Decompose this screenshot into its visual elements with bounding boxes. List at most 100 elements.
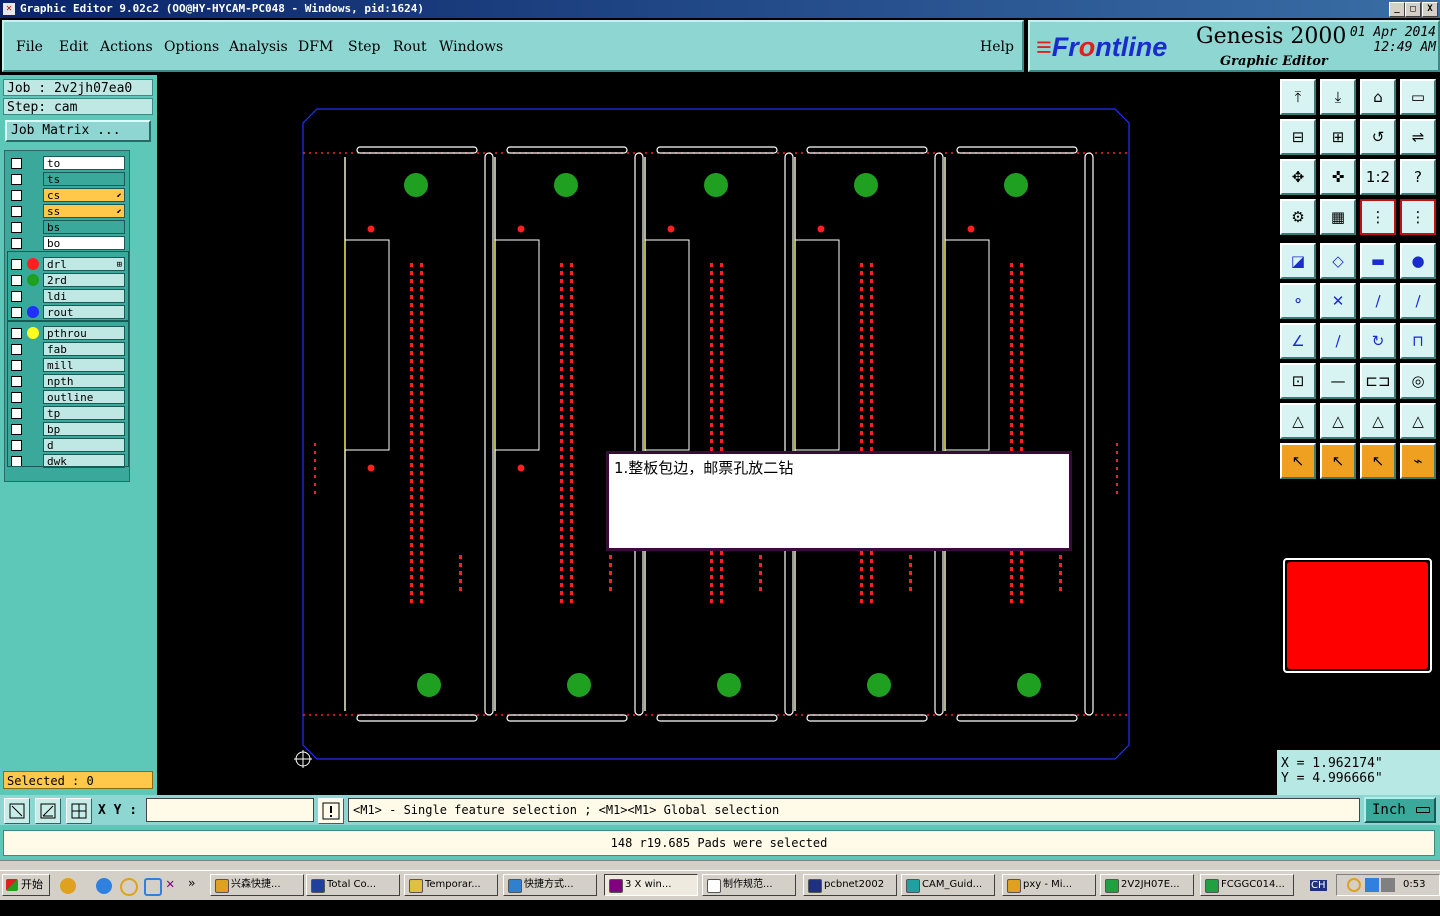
- layer-row-bp[interactable]: bp: [5, 421, 129, 437]
- layer-name[interactable]: cs ⬋: [43, 188, 125, 202]
- line-node2-icon[interactable]: ∕: [1400, 283, 1436, 319]
- text-icon[interactable]: ⊓: [1400, 323, 1436, 359]
- pad-icon[interactable]: ◪: [1280, 243, 1316, 279]
- clock-icon[interactable]: [120, 878, 138, 896]
- zoom-area-icon[interactable]: [4, 798, 30, 824]
- layer-row-bs[interactable]: bs: [5, 219, 129, 235]
- zoom-out-icon[interactable]: ⊟: [1280, 119, 1316, 155]
- snap-red-icon[interactable]: ⋮: [1400, 199, 1436, 235]
- layer-name[interactable]: rout: [43, 305, 125, 319]
- layer-row-drl[interactable]: drl ⊞: [5, 256, 129, 272]
- layer-checkbox[interactable]: [11, 440, 22, 451]
- layer-name[interactable]: 2rd: [43, 273, 125, 287]
- network-icon[interactable]: [1365, 878, 1379, 892]
- app-icon-1[interactable]: [60, 878, 76, 894]
- menu-dfm[interactable]: DFM: [298, 39, 333, 55]
- select3-icon[interactable]: ↖: [1360, 443, 1396, 479]
- connect-icon[interactable]: ⚬: [1280, 283, 1316, 319]
- layer-row-ldi[interactable]: ldi: [5, 288, 129, 304]
- taskbar-item[interactable]: CAM_Guid...: [901, 874, 995, 896]
- layer-checkbox[interactable]: [11, 456, 22, 467]
- pcb-view[interactable]: [157, 75, 1277, 795]
- taskbar-item[interactable]: pcbnet2002: [803, 874, 897, 896]
- menu-help[interactable]: Help: [980, 39, 1014, 55]
- taskbar-item[interactable]: 2V2JH07E...: [1100, 874, 1194, 896]
- active-color-swatch[interactable]: [1283, 558, 1432, 673]
- layer-checkbox[interactable]: [11, 291, 22, 302]
- menu-analysis[interactable]: Analysis: [229, 39, 288, 55]
- layer-checkbox[interactable]: [11, 174, 22, 185]
- x-icon[interactable]: ✕: [166, 876, 174, 892]
- layer-name[interactable]: ss ⬋: [43, 204, 125, 218]
- layer-name[interactable]: mill: [43, 358, 125, 372]
- layer-name[interactable]: d: [43, 438, 125, 452]
- layer-name[interactable]: bs: [43, 220, 125, 234]
- layer-name[interactable]: bo: [43, 236, 125, 250]
- graphic-canvas[interactable]: [157, 75, 1277, 795]
- layer-checkbox[interactable]: [11, 392, 22, 403]
- menu-options[interactable]: Options: [164, 39, 219, 55]
- ruler-icon[interactable]: ▬: [1360, 243, 1396, 279]
- unit-selector[interactable]: Inch: [1364, 797, 1436, 823]
- layer-name[interactable]: npth: [43, 374, 125, 388]
- layer-row-d[interactable]: d: [5, 437, 129, 453]
- xy-input[interactable]: [146, 798, 314, 822]
- layer-name[interactable]: ldi: [43, 289, 125, 303]
- taskbar-item[interactable]: 制作规范...: [702, 874, 796, 896]
- home-icon[interactable]: ⌂: [1360, 79, 1396, 115]
- cross-icon[interactable]: ✕: [1320, 283, 1356, 319]
- layer-row-fab[interactable]: fab: [5, 341, 129, 357]
- taskbar-item[interactable]: 3 X win...: [604, 874, 698, 896]
- layer-top-icon[interactable]: ⤒: [1280, 79, 1316, 115]
- layer-checkbox[interactable]: [11, 275, 22, 286]
- pan-icon[interactable]: ⇌: [1400, 119, 1436, 155]
- angle-icon[interactable]: ∠: [1280, 323, 1316, 359]
- tray-clock-icon[interactable]: [1347, 878, 1361, 892]
- more-icon[interactable]: »: [188, 876, 195, 890]
- app-icon-2[interactable]: [144, 878, 162, 896]
- panel-icon[interactable]: ▭: [1400, 79, 1436, 115]
- minimize-button[interactable]: _: [1389, 2, 1405, 17]
- help-icon[interactable]: ?: [1400, 159, 1436, 195]
- layer-checkbox[interactable]: [11, 408, 22, 419]
- layer-name[interactable]: tp: [43, 406, 125, 420]
- layer-row-2rd[interactable]: 2rd: [5, 272, 129, 288]
- triangle2-icon[interactable]: △: [1320, 403, 1356, 439]
- settings-icon[interactable]: ⚙: [1280, 199, 1316, 235]
- volume-icon[interactable]: [1381, 878, 1395, 892]
- shapes-icon[interactable]: ◎: [1400, 363, 1436, 399]
- layer-checkbox[interactable]: [11, 307, 22, 318]
- layer-row-pthrou[interactable]: pthrou: [5, 325, 129, 341]
- maximize-button[interactable]: □: [1405, 2, 1421, 17]
- layer-checkbox[interactable]: [11, 259, 22, 270]
- route-icon[interactable]: ⌁: [1400, 443, 1436, 479]
- tray-expand-icon[interactable]: CH «: [1310, 876, 1334, 911]
- menu-file[interactable]: File: [16, 39, 43, 55]
- ie-icon[interactable]: [96, 878, 112, 894]
- circle-icon[interactable]: ●: [1400, 243, 1436, 279]
- menu-actions[interactable]: Actions: [100, 39, 153, 55]
- layer-name[interactable]: outline: [43, 390, 125, 404]
- layer-checkbox[interactable]: [11, 376, 22, 387]
- taskbar-item[interactable]: pxy - Mi...: [1002, 874, 1096, 896]
- layer-checkbox[interactable]: [11, 190, 22, 201]
- layer-row-dwk[interactable]: dwk: [5, 453, 129, 469]
- fit-icon[interactable]: ✥: [1280, 159, 1316, 195]
- step-icon[interactable]: ↺: [1360, 119, 1396, 155]
- menu-step[interactable]: Step: [348, 39, 380, 55]
- shape-icon[interactable]: ◇: [1320, 243, 1356, 279]
- snap-icon[interactable]: ⋮: [1360, 199, 1396, 235]
- minus-icon[interactable]: —: [1320, 363, 1356, 399]
- red-node-icon[interactable]: ⊡: [1280, 363, 1316, 399]
- layer-row-mill[interactable]: mill: [5, 357, 129, 373]
- close-button[interactable]: X: [1422, 2, 1438, 17]
- taskbar-item[interactable]: 兴森快捷...: [210, 874, 304, 896]
- layer-row-ts[interactable]: ts: [5, 171, 129, 187]
- layer-name[interactable]: drl ⊞: [43, 257, 125, 271]
- layer-checkbox[interactable]: [11, 360, 22, 371]
- grid-toggle-icon[interactable]: ▦: [1320, 199, 1356, 235]
- layer-row-npth[interactable]: npth: [5, 373, 129, 389]
- menu-rout[interactable]: Rout: [393, 39, 427, 55]
- layer-name[interactable]: to: [43, 156, 125, 170]
- triangle3-icon[interactable]: △: [1360, 403, 1396, 439]
